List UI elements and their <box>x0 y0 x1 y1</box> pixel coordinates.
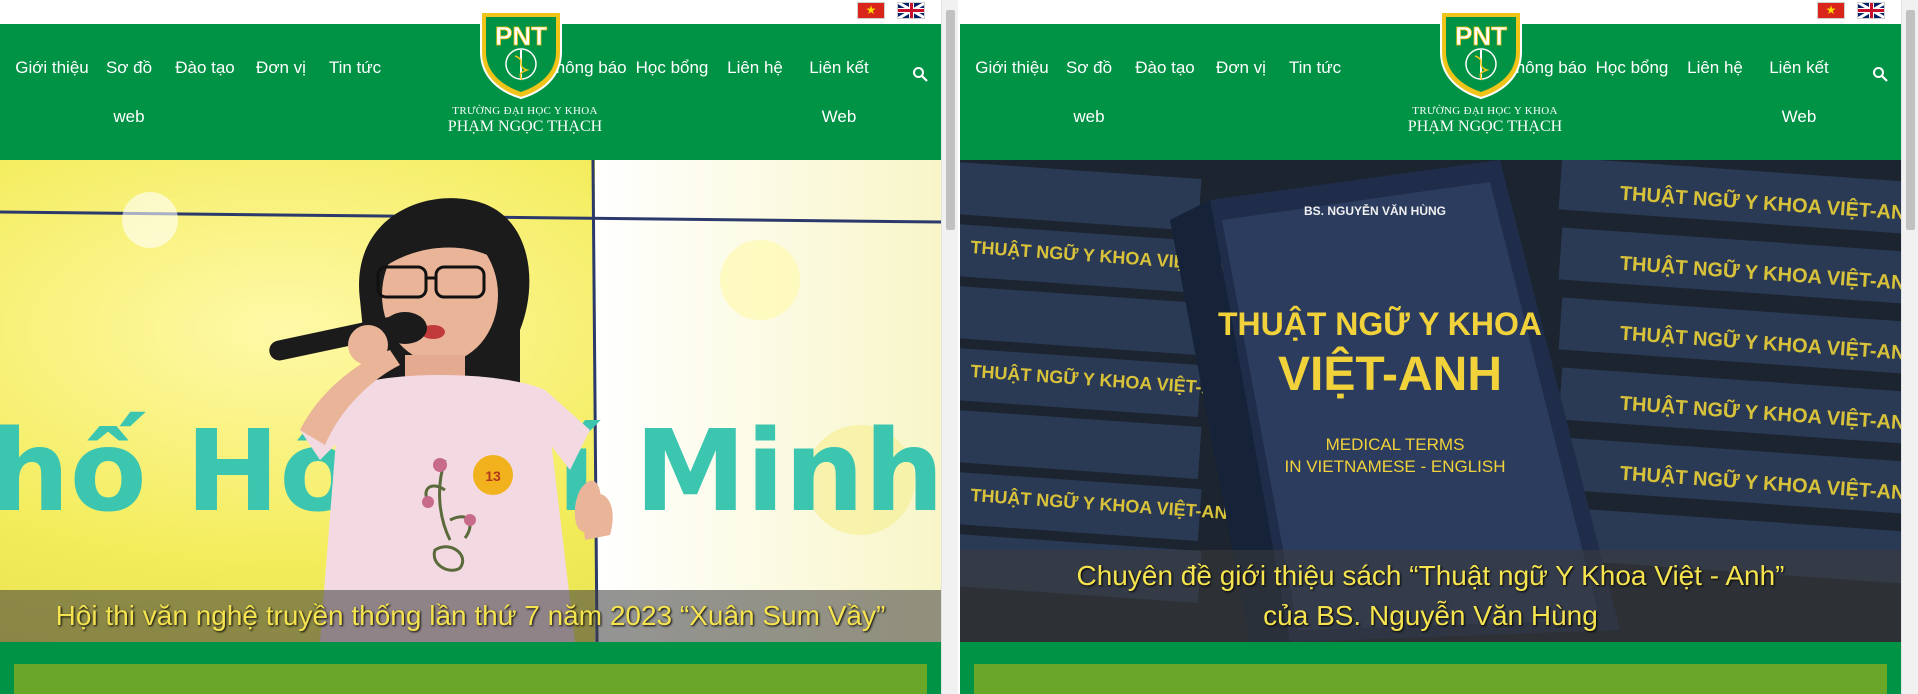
hero-slide-performance[interactable]: hố Hồ Chí Minh, ng 13 <box>0 160 941 642</box>
nav-lien-ket-web[interactable]: Liên kết Web <box>800 43 878 141</box>
nav-don-vi[interactable]: Đơn vị <box>1212 43 1270 92</box>
nav-tin-tuc[interactable]: Tin tức <box>323 43 387 92</box>
nav-dao-tao[interactable]: Đào tạo <box>1130 43 1200 92</box>
scrollbar-right[interactable] <box>1901 0 1918 694</box>
svg-text:PNT: PNT <box>1455 21 1507 51</box>
section-header-bar <box>974 664 1887 694</box>
singer-photo: hố Hồ Chí Minh, ng 13 <box>0 160 941 642</box>
nav-tin-tuc[interactable]: Tin tức <box>1283 43 1347 92</box>
nav-dao-tao[interactable]: Đào tạo <box>170 43 240 92</box>
content-section <box>0 642 941 694</box>
pnt-shield-logo-icon[interactable]: PNT <box>475 8 567 100</box>
vietnamese-flag-icon[interactable] <box>1817 2 1845 19</box>
english-flag-icon[interactable] <box>1857 2 1885 19</box>
nav-hoc-bong[interactable]: Học bổng <box>1594 43 1670 92</box>
language-bar <box>0 0 941 24</box>
search-icon[interactable] <box>1872 66 1888 82</box>
svg-text:BS. NGUYỄN VĂN HÙNG: BS. NGUYỄN VĂN HÙNG <box>1304 203 1446 218</box>
search-icon[interactable] <box>912 66 928 82</box>
language-bar <box>960 0 1901 24</box>
nav-hoc-bong[interactable]: Học bổng <box>634 43 710 92</box>
slide-caption[interactable]: Hội thi văn nghệ truyền thống lần thứ 7 … <box>0 590 941 642</box>
nav-gioi-thieu[interactable]: Giới thiệu <box>972 43 1052 92</box>
nav-don-vi[interactable]: Đơn vị <box>252 43 310 92</box>
svg-text:VIỆT-ANH: VIỆT-ANH <box>1278 346 1502 401</box>
svg-text:IN VIETNAMESE - ENGLISH: IN VIETNAMESE - ENGLISH <box>1284 457 1505 476</box>
nav-so-do-web[interactable]: Sơ đồ web <box>1060 43 1118 141</box>
section-header-bar <box>14 664 927 694</box>
nav-so-do-web[interactable]: Sơ đồ web <box>100 43 158 141</box>
hero-slide-book[interactable]: THUẬT NGỮ Y KHOA VIỆT-ANH THUẬT NGỮ Y KH… <box>960 160 1901 642</box>
vietnamese-flag-icon[interactable] <box>857 2 885 19</box>
nav-lien-ket-web[interactable]: Liên kết Web <box>1760 43 1838 141</box>
content-section <box>960 642 1901 694</box>
pnt-shield-logo-icon[interactable]: PNT <box>1435 8 1527 100</box>
nav-lien-he[interactable]: Liên hệ <box>1682 43 1748 92</box>
main-navbar: Giới thiệu Sơ đồ web Đào tạo Đơn vị Tin t… <box>960 24 1901 160</box>
english-flag-icon[interactable] <box>897 2 925 19</box>
svg-text:13: 13 <box>485 468 501 484</box>
scrollbar-left[interactable] <box>941 0 958 694</box>
svg-text:THUẬT NGỮ Y KHOA: THUẬT NGỮ Y KHOA <box>1218 306 1542 342</box>
svg-text:MEDICAL TERMS: MEDICAL TERMS <box>1326 435 1465 454</box>
main-navbar: Giới thiệu Sơ đồ web Đào tạo Đơn vị Tin t… <box>0 24 941 160</box>
browser-pane-left: Giới thiệu Sơ đồweb Đào tạo Đơn vị Tin t… <box>0 0 941 694</box>
svg-text:PNT: PNT <box>495 21 547 51</box>
nav-lien-he[interactable]: Liên hệ <box>722 43 788 92</box>
browser-pane-right: Giới thiệu Sơ đồweb Đào tạo Đơn vị Tin t… <box>960 0 1901 694</box>
nav-gioi-thieu[interactable]: Giới thiệu <box>12 43 92 92</box>
slide-caption[interactable]: Chuyên đề giới thiệu sách “Thuật ngữ Y K… <box>960 550 1901 642</box>
